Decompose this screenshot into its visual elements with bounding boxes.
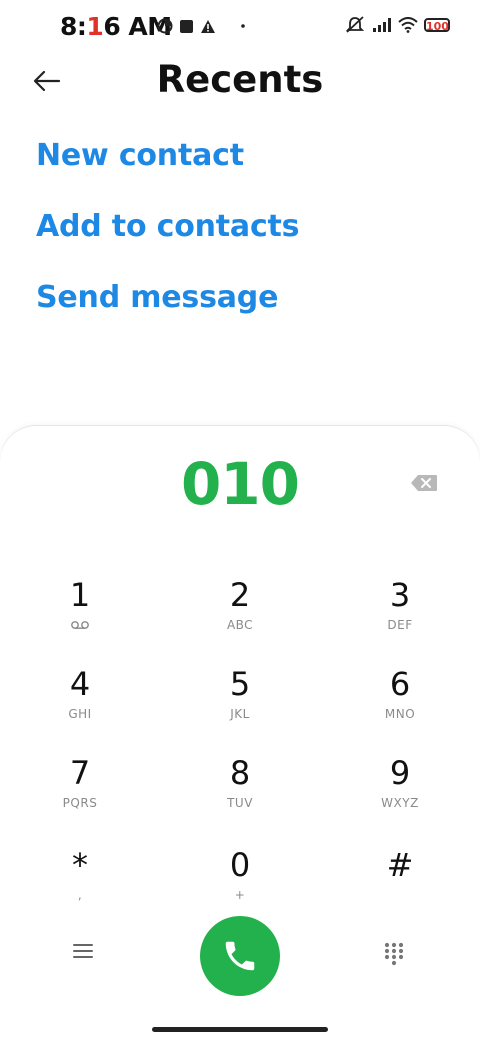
status-icons-right: 100 <box>344 16 450 34</box>
key-2[interactable]: 2 ABC <box>170 576 310 656</box>
key-9[interactable]: 9 WXYZ <box>330 754 470 834</box>
key-letters: WXYZ <box>381 796 419 810</box>
dialpad-icon <box>384 942 404 966</box>
key-digit: 9 <box>389 754 411 792</box>
dialer-panel: 010 1 2 ABC 3 DEF 4 GHI 5 JKL 6 MNO 7 PQ… <box>0 426 480 1040</box>
key-star[interactable]: * , <box>10 846 150 926</box>
dialed-number: 010 <box>180 450 300 518</box>
status-bar: 8:16 AM 100 <box>0 0 480 56</box>
send-message-link[interactable]: Send message <box>36 280 278 315</box>
page-title: Recents <box>156 58 324 101</box>
key-letters: TUV <box>227 796 253 810</box>
signal-icon <box>373 18 391 32</box>
wifi-icon <box>398 17 418 33</box>
add-to-contacts-link[interactable]: Add to contacts <box>36 209 300 244</box>
key-digit: 4 <box>69 665 91 703</box>
key-letters: DEF <box>387 618 413 632</box>
battery-level: 100 <box>426 20 449 33</box>
key-letters: + <box>234 888 246 902</box>
key-4[interactable]: 4 GHI <box>10 665 150 745</box>
key-digit: 6 <box>389 665 411 703</box>
keypad-toggle-button[interactable] <box>384 942 408 968</box>
key-6[interactable]: 6 MNO <box>330 665 470 745</box>
key-7[interactable]: 7 PQRS <box>10 754 150 834</box>
backspace-button[interactable] <box>410 474 440 494</box>
status-time: 8:16 AM <box>60 12 172 41</box>
key-letters: ABC <box>226 618 254 632</box>
warning-icon <box>201 19 215 33</box>
key-digit: # <box>386 846 414 884</box>
key-letters: MNO <box>384 707 416 721</box>
time-prefix: 8: <box>60 12 87 41</box>
key-letters: GHI <box>68 707 92 721</box>
key-letters: , <box>77 888 83 902</box>
key-digit: 1 <box>69 576 91 614</box>
key-hash[interactable]: # <box>330 846 470 926</box>
muted-vibrate-icon <box>345 16 365 33</box>
new-contact-link[interactable]: New contact <box>36 138 244 173</box>
backspace-icon <box>411 475 437 491</box>
stop-square-icon <box>180 19 193 33</box>
voicemail-icon <box>71 621 89 629</box>
key-3[interactable]: 3 DEF <box>330 576 470 656</box>
key-digit: 3 <box>389 576 411 614</box>
menu-button[interactable] <box>72 942 98 964</box>
key-digit: * <box>72 846 88 884</box>
battery-icon: 100 <box>424 18 450 33</box>
key-5[interactable]: 5 JKL <box>170 665 310 745</box>
key-8[interactable]: 8 TUV <box>170 754 310 834</box>
phone-icon <box>225 941 255 971</box>
key-digit: 2 <box>229 576 251 614</box>
dot-icon <box>241 24 245 28</box>
key-digit: 0 <box>229 846 251 884</box>
key-letters: JKL <box>230 707 250 721</box>
key-0[interactable]: 0 + <box>170 846 310 926</box>
data-saver-icon <box>157 18 173 34</box>
key-1[interactable]: 1 <box>10 576 150 656</box>
key-letters: PQRS <box>62 796 98 810</box>
status-icons-left <box>157 18 248 34</box>
home-indicator[interactable] <box>152 1027 328 1032</box>
key-digit: 5 <box>229 665 251 703</box>
menu-icon <box>73 944 93 958</box>
key-digit: 7 <box>69 754 91 792</box>
time-red-digit: 1 <box>86 12 104 41</box>
header: Recents <box>0 56 480 108</box>
key-digit: 8 <box>229 754 251 792</box>
call-button[interactable] <box>200 916 280 996</box>
